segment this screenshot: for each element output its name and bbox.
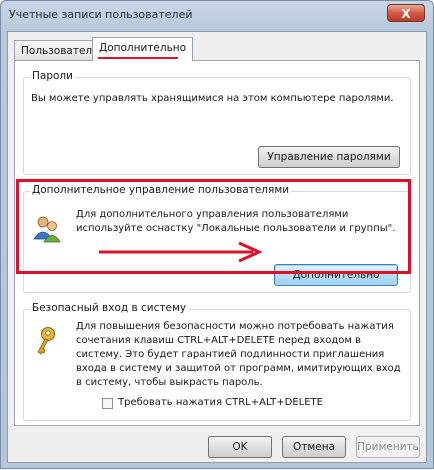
highlight-arrow-icon: [99, 241, 263, 263]
tab-underline-highlight: [98, 57, 178, 59]
user-accounts-window: Учетные записи пользователей X Пользоват…: [0, 0, 434, 469]
